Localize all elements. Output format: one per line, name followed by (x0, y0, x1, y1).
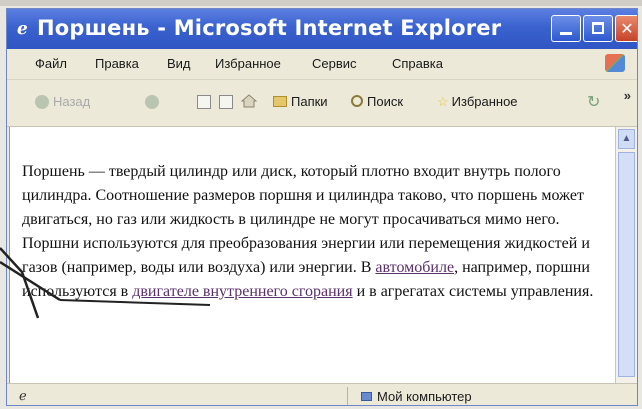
computer-icon (361, 392, 372, 401)
toolbar: Назад Папки Поиск ☆ Избранное ↻ » (7, 80, 637, 127)
photo-edge (0, 0, 642, 6)
ie-icon: ℯ (17, 19, 28, 39)
minimize-icon (560, 32, 572, 35)
chevron-right-icon[interactable]: » (624, 88, 631, 103)
ie-window: ℯ Поршень - Microsoft Internet Explorer … (6, 8, 638, 406)
history-icon[interactable]: ↻ (587, 92, 600, 112)
back-arrow-icon (35, 95, 49, 109)
link-automobile[interactable]: автомобиле (375, 259, 454, 276)
close-icon: ✕ (620, 19, 634, 38)
scroll-thumb[interactable] (618, 152, 635, 377)
star-icon: ☆ (437, 94, 449, 109)
link-combustion-engine[interactable]: двигателе внутреннего сгорания (132, 283, 352, 300)
back-label: Назад (53, 94, 91, 109)
folder-icon (273, 96, 287, 107)
home-icon[interactable] (241, 94, 257, 108)
search-icon (351, 95, 363, 107)
forward-button[interactable] (145, 94, 163, 109)
status-bar: ℯ Мой компьютер (7, 383, 637, 405)
article-text: Поршень — твердый цилиндр или диск, кото… (22, 160, 612, 304)
stop-icon[interactable] (197, 95, 211, 109)
status-divider (347, 387, 348, 405)
menu-edit[interactable]: Правка (95, 56, 139, 71)
search-button[interactable]: Поиск (351, 94, 403, 109)
menu-help[interactable]: Справка (392, 56, 443, 71)
folders-button[interactable]: Папки (273, 94, 328, 109)
back-button[interactable]: Назад (35, 94, 90, 109)
text-after: и в агрегатах системы управления. (352, 283, 594, 300)
maximize-button[interactable] (583, 15, 613, 42)
page-content: Поршень — твердый цилиндр или диск, кото… (9, 127, 615, 383)
close-button[interactable]: ✕ (615, 15, 637, 42)
menu-favorites[interactable]: Избранное (215, 56, 281, 71)
refresh-page-icon[interactable] (219, 95, 233, 109)
menu-bar: Файл Правка Вид Избранное Сервис Справка (7, 49, 637, 80)
menu-file[interactable]: Файл (35, 56, 67, 71)
zone-label: Мой компьютер (377, 389, 472, 404)
scroll-up-button[interactable]: ▲ (618, 129, 635, 149)
folders-label: Папки (291, 94, 328, 109)
search-label: Поиск (367, 94, 404, 109)
favorites-label: Избранное (451, 94, 518, 109)
maximize-icon (592, 22, 604, 34)
security-zone: Мой компьютер (361, 389, 472, 404)
window-title: Поршень - Microsoft Internet Explorer (37, 16, 502, 40)
vertical-scrollbar[interactable]: ▲ (615, 127, 637, 383)
page-status-icon: ℯ (19, 388, 27, 403)
forward-arrow-icon (145, 95, 159, 109)
minimize-button[interactable] (551, 15, 581, 42)
menu-tools[interactable]: Сервис (312, 56, 357, 71)
favorites-button[interactable]: ☆ Избранное (437, 94, 518, 110)
windows-logo-icon (605, 54, 625, 72)
menu-view[interactable]: Вид (167, 56, 191, 71)
title-bar[interactable]: ℯ Поршень - Microsoft Internet Explorer … (7, 9, 637, 49)
